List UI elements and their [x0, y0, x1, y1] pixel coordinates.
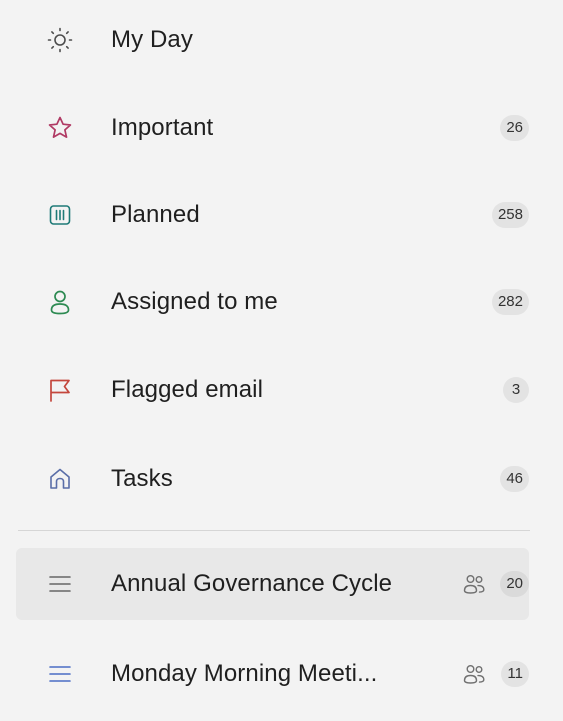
navigation-pane: My Day Important 26 Planned 258 Assigned… — [0, 0, 563, 721]
nav-item-label: Important — [111, 114, 214, 141]
nav-item-label: Flagged email — [111, 376, 264, 403]
list-item-label: Monday Morning Meeti... — [111, 660, 378, 687]
list-item-monday-morning-meeting[interactable]: Monday Morning Meeti... 11 — [16, 638, 529, 710]
nav-item-label: Assigned to me — [111, 288, 278, 315]
count-badge: 11 — [501, 661, 529, 687]
nav-item-flagged-email[interactable]: Flagged email 3 — [16, 354, 529, 426]
people-icon — [461, 661, 487, 687]
nav-item-label: My Day — [111, 26, 193, 53]
count-badge: 3 — [503, 377, 529, 403]
nav-item-tasks[interactable]: Tasks 46 — [16, 443, 529, 515]
nav-item-my-day[interactable]: My Day — [16, 4, 529, 76]
nav-item-label: Tasks — [111, 465, 173, 492]
calendar-icon — [45, 200, 75, 230]
count-badge: 46 — [500, 466, 529, 492]
nav-item-label: Planned — [111, 201, 200, 228]
list-icon — [45, 569, 75, 599]
nav-item-important[interactable]: Important 26 — [16, 92, 529, 164]
list-item-label: Annual Governance Cycle — [111, 570, 393, 597]
divider — [18, 530, 530, 531]
people-icon — [461, 571, 487, 597]
flag-icon — [45, 375, 75, 405]
list-icon — [45, 659, 75, 689]
list-item-annual-governance-cycle[interactable]: Annual Governance Cycle 20 — [16, 548, 529, 620]
count-badge: 258 — [491, 202, 529, 228]
count-badge: 26 — [500, 115, 529, 141]
nav-item-assigned-to-me[interactable]: Assigned to me 282 — [16, 266, 529, 338]
star-icon — [45, 113, 75, 143]
count-badge: 20 — [500, 571, 529, 597]
person-icon — [45, 287, 75, 317]
sun-icon — [45, 25, 75, 55]
nav-item-planned[interactable]: Planned 258 — [16, 179, 529, 251]
count-badge: 282 — [491, 289, 529, 315]
home-icon — [45, 464, 75, 494]
